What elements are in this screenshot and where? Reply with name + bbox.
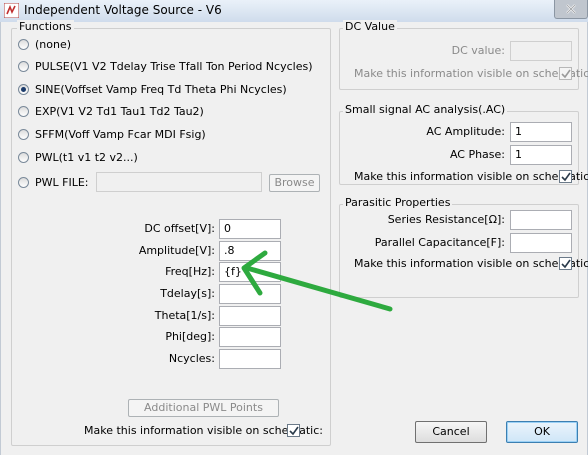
close-icon: [566, 4, 576, 14]
ltspice-app-icon: [4, 3, 19, 18]
annotation-arrow: [241, 250, 393, 312]
title-bar: Independent Voltage Source - V6: [0, 0, 588, 23]
close-button[interactable]: [554, 0, 588, 19]
dialog-body: Functions (none) PULSE(V1 V2 Tdelay Tris…: [0, 20, 588, 455]
window-title: Independent Voltage Source - V6: [24, 3, 222, 17]
